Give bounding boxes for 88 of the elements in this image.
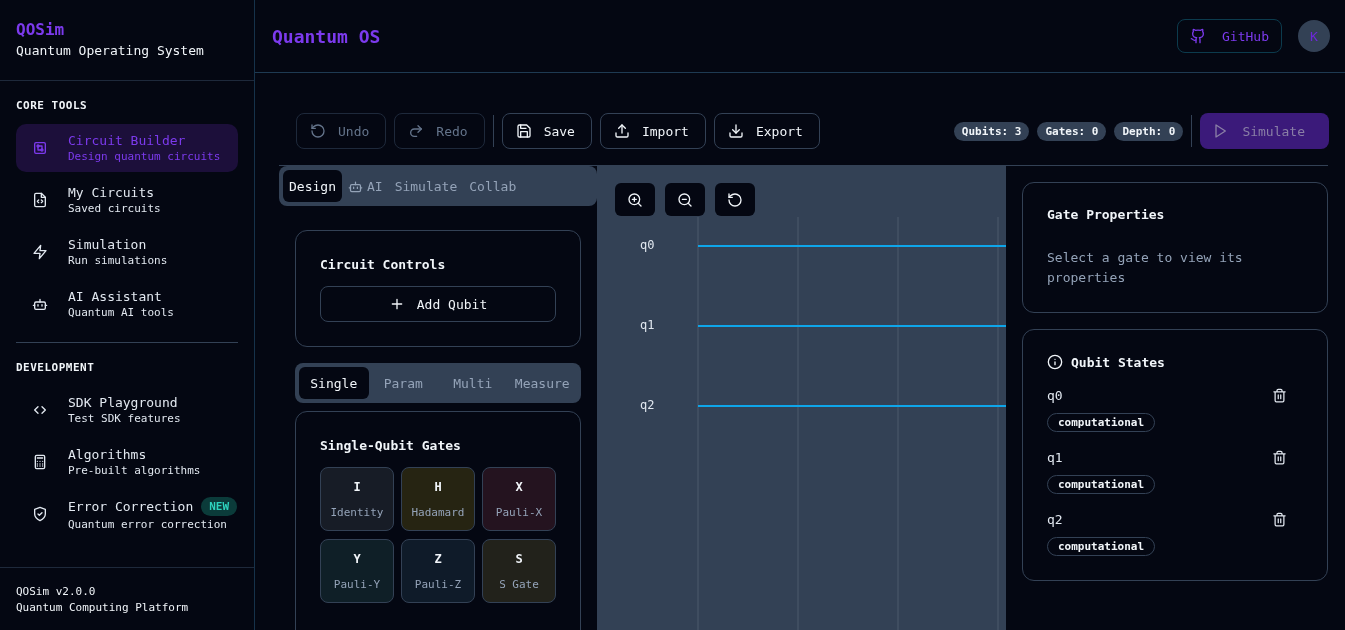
github-button[interactable]: GitHub: [1177, 19, 1282, 53]
gate-tab[interactable]: Measure: [507, 367, 577, 399]
gate-tab[interactable]: Multi: [438, 367, 508, 399]
save-icon: [515, 123, 532, 139]
redo-icon: [408, 123, 425, 139]
stat-chip: Depth: 0: [1114, 121, 1184, 141]
nav-item[interactable]: Simulation Run simulations: [16, 228, 238, 276]
app-logo-text: QOSim: [16, 20, 66, 39]
hint-text: Select a gate to view its properties: [1047, 249, 1244, 287]
reset-icon: [727, 191, 743, 208]
nav-item-description: Quantum AI tools: [68, 306, 174, 319]
trash-icon: [1272, 450, 1287, 465]
qubit-label: q1: [640, 318, 655, 332]
nav-item[interactable]: My Circuits Saved circuits: [16, 176, 238, 224]
toolbar-button[interactable]: Save: [501, 113, 592, 149]
github-icon: [1190, 28, 1207, 44]
qubit-name: q2: [1047, 512, 1063, 527]
zoom-button[interactable]: [715, 183, 755, 216]
stat-chip: Qubits: 3: [953, 121, 1030, 141]
zoom-button[interactable]: [615, 183, 655, 216]
delete-button[interactable]: [1272, 388, 1287, 403]
nav-item[interactable]: SDK Playground Test SDK features: [16, 386, 238, 434]
nav-item-description: Quantum error correction: [68, 518, 228, 531]
robot-icon: [347, 178, 363, 194]
panel-tab[interactable]: Simulate: [388, 170, 464, 202]
card-title: Single-Qubit Gates: [320, 438, 462, 453]
panel-tab[interactable]: Collab: [463, 170, 523, 202]
nav-item-description: Pre-built algorithms: [68, 464, 201, 477]
qubit-name: q1: [1047, 450, 1063, 465]
app-subtitle: Quantum Operating System: [16, 43, 205, 58]
nav-item[interactable]: Algorithms Pre-built algorithms: [16, 438, 238, 486]
qubit-name: q0: [1047, 388, 1063, 403]
page-title: Quantum OS: [272, 25, 382, 47]
info-icon: [1047, 354, 1063, 370]
gate-tile[interactable]: H Hadamard: [401, 467, 475, 531]
platform-text: Quantum Computing Platform: [16, 600, 190, 616]
nav-item-description: Design quantum circuits: [68, 150, 221, 163]
gate-tab[interactable]: Param: [368, 367, 438, 399]
panel-tab[interactable]: Design: [283, 170, 342, 202]
undo-icon: [310, 123, 326, 139]
upload-icon: [613, 123, 630, 139]
shield-check-icon: [32, 506, 48, 522]
zoom-out-icon: [677, 191, 693, 208]
nav-item-label: Simulation: [68, 237, 147, 252]
gate-tile[interactable]: Y Pauli-Y: [320, 539, 394, 603]
lightning-icon: [32, 244, 48, 260]
gate-tile[interactable]: I Identity: [320, 467, 394, 531]
play-icon: [1212, 123, 1229, 139]
robot-icon: [32, 296, 48, 312]
nav-item[interactable]: Error Correction NEW Quantum error correction: [16, 490, 238, 538]
section-heading: DEVELOPMENT: [16, 361, 96, 374]
toolbar-button[interactable]: Import: [599, 113, 706, 149]
stat-chip: Gates: 0: [1037, 121, 1107, 141]
zoom-button[interactable]: [665, 183, 705, 216]
new-badge: NEW: [201, 497, 238, 516]
nav-item-description: Saved circuits: [68, 202, 161, 215]
nav-item-label: AI Assistant: [68, 289, 162, 304]
code-file-icon: [32, 192, 48, 208]
nav-item[interactable]: AI Assistant Quantum AI tools: [16, 280, 238, 328]
nav-item-label: Error Correction: [68, 499, 194, 514]
download-icon: [727, 123, 744, 139]
nav-item-label: Circuit Builder: [68, 133, 186, 148]
version-text: QOSim v2.0.0: [16, 584, 97, 600]
nav-item-label: Algorithms: [68, 447, 147, 462]
trash-icon: [1272, 512, 1287, 527]
circuit-icon: [32, 140, 48, 156]
card-title: Qubit States: [1071, 354, 1165, 370]
trash-icon: [1272, 388, 1287, 403]
add-qubit-button[interactable]: Add Qubit: [320, 286, 556, 322]
nav-item-label: SDK Playground: [68, 395, 178, 410]
nav-item-label: My Circuits: [68, 185, 155, 200]
card-title: Circuit Controls: [320, 257, 447, 272]
zoom-in-icon: [627, 191, 643, 208]
gate-tab[interactable]: Single: [299, 367, 369, 399]
qubit-label: q2: [640, 398, 655, 412]
section-heading: CORE TOOLS: [16, 99, 89, 112]
panel-tab[interactable]: AI: [341, 170, 389, 202]
gate-tile[interactable]: S S Gate: [482, 539, 556, 603]
calculator-icon: [32, 454, 48, 470]
gate-tile[interactable]: X Pauli-X: [482, 467, 556, 531]
delete-button[interactable]: [1272, 512, 1287, 527]
gate-tile[interactable]: Z Pauli-Z: [401, 539, 475, 603]
delete-button[interactable]: [1272, 450, 1287, 465]
toolbar-button[interactable]: Export: [713, 113, 820, 149]
card-title: Gate Properties: [1047, 207, 1166, 222]
qubit-label: q0: [640, 238, 655, 252]
nav-item-description: Run simulations: [68, 254, 168, 267]
nav-item-description: Test SDK features: [68, 412, 181, 425]
